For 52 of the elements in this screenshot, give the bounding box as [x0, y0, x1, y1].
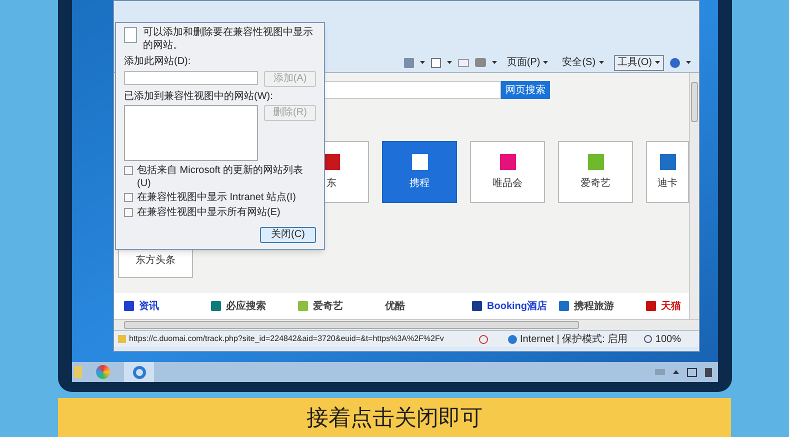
checkbox[interactable]	[124, 193, 133, 202]
toolbar-menu[interactable]: 工具(O)	[614, 54, 664, 70]
subtitle: 接着点击关闭即可	[306, 404, 482, 432]
site-link[interactable]: 必应搜索	[226, 298, 266, 314]
dropdown-caret-icon	[543, 61, 548, 64]
site-tile[interactable]: 唯品会	[470, 141, 545, 203]
site-link[interactable]: Booking酒店	[487, 298, 547, 314]
checkbox[interactable]	[124, 208, 133, 216]
site-icon	[211, 301, 221, 311]
site-icon	[124, 301, 134, 311]
site-icon	[298, 301, 308, 311]
browser-taskbar-button[interactable]	[124, 362, 154, 382]
dropdown-caret-icon	[686, 61, 691, 64]
site-tile[interactable]: 携程	[382, 141, 457, 203]
horizontal-scrollbar[interactable]	[114, 319, 699, 330]
security-zone: Internet | 保护模式: 启用	[520, 332, 628, 346]
website-list[interactable]	[124, 105, 258, 161]
site-link[interactable]: 爱奇艺	[313, 298, 343, 314]
field-label: 添加此网站(D):	[124, 56, 192, 68]
zoom-level[interactable]: 100%	[655, 332, 681, 346]
dropdown-caret-icon	[446, 61, 452, 64]
tile-label: 爱奇艺	[580, 176, 610, 190]
status-url: https://c.duomai.com/track.php?site_id=224842&aid=3720&euid=&t=https%3A%2F%2Fv	[129, 333, 445, 345]
field-label: 已添加到兼容性视图中的网站(W):	[124, 90, 274, 103]
site-link[interactable]: 天猫	[661, 298, 681, 314]
site-tile[interactable]: 迪卡	[646, 141, 689, 203]
tile-label: 唯品会	[492, 176, 522, 190]
site-icon	[559, 301, 569, 311]
site-tile[interactable]: 爱奇艺	[558, 141, 633, 203]
toolbar-menu[interactable]: 页面(P)	[502, 54, 552, 70]
dropdown-caret-icon	[420, 61, 425, 64]
dialog-intro: 可以添加和删除要在兼容性视图中显示的网站。	[143, 27, 314, 52]
site-link[interactable]: 携程旅游	[574, 298, 614, 314]
site-icon	[646, 301, 656, 311]
dropdown-caret-icon	[598, 61, 604, 64]
site-link[interactable]: 优酷	[385, 298, 405, 314]
web-search-button[interactable]: 网页搜索	[501, 81, 550, 99]
site-link[interactable]: 资讯	[139, 298, 159, 314]
expand-arrow-icon[interactable]	[673, 370, 679, 374]
website-input[interactable]	[124, 70, 258, 84]
tile-label: 携程	[410, 176, 430, 190]
tile-label: 东	[326, 176, 336, 190]
site-icon	[472, 301, 482, 311]
vertical-scrollbar[interactable]	[689, 73, 699, 319]
tile-label: 迪卡	[658, 176, 678, 190]
checkbox-label: 在兼容性视图中显示所有网站(E)	[137, 206, 280, 219]
dropdown-caret-icon	[492, 61, 497, 64]
checkbox-label: 在兼容性视图中显示 Intranet 站点(I)	[137, 192, 296, 204]
checkbox[interactable]	[124, 166, 133, 175]
close-button[interactable]: 关闭(C)	[260, 227, 316, 243]
dropdown-caret-icon	[655, 61, 660, 64]
toolbar-menu[interactable]: 安全(S)	[558, 54, 608, 70]
